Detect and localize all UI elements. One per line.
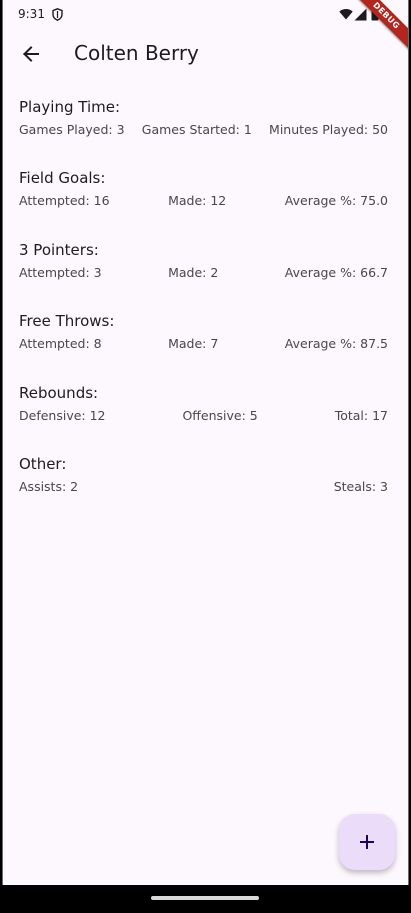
- stat-defensive: Defensive: 12: [19, 407, 106, 423]
- stat-games-played: Games Played: 3: [19, 122, 125, 137]
- stat-minutes-played: Minutes Played: 50: [269, 122, 388, 137]
- section-other: Other: Assists: 2 Steals: 3: [19, 455, 388, 526]
- stats-list: Playing Time: Games Played: 3 Games Star…: [19, 98, 388, 526]
- stats-row: Games Played: 3 Games Started: 1 Minutes…: [19, 121, 388, 139]
- section-title: Field Goals:: [19, 169, 106, 188]
- section-title: 3 Pointers:: [19, 240, 99, 259]
- status-time: 9:31: [18, 7, 45, 21]
- back-button[interactable]: [13, 36, 49, 72]
- stat-games-started: Games Started: 1: [141, 122, 252, 137]
- arrow-back-icon: [23, 46, 39, 62]
- section-title: Other:: [19, 454, 67, 473]
- add-icon: [360, 835, 374, 849]
- stats-row: Assists: 2 Steals: 3: [19, 478, 388, 496]
- stat-made: Made: 12: [168, 193, 227, 209]
- stat-attempted: Attempted: 16: [19, 193, 110, 209]
- section-field-goals: Field Goals: Attempted: 16 Made: 12 Aver…: [19, 169, 388, 240]
- section-title: Rebounds:: [19, 383, 99, 402]
- stats-row: Defensive: 12 Offensive: 5 Total: 17: [19, 407, 388, 425]
- signal-icon: [354, 8, 367, 21]
- section-free-throws: Free Throws: Attempted: 8 Made: 7 Averag…: [19, 312, 388, 383]
- system-nav-bar: [0, 885, 411, 913]
- stats-row: Attempted: 16 Made: 12 Average %: 75.0: [19, 192, 388, 210]
- page-title: Colten Berry: [74, 41, 199, 65]
- section-title: Playing Time:: [19, 98, 121, 116]
- section-rebounds: Rebounds: Defensive: 12 Offensive: 5 Tot…: [19, 384, 388, 455]
- stat-made: Made: 7: [168, 336, 219, 352]
- app-screen: 9:31 DEBUG Colten Berry Playing Time: Ga…: [2, 0, 409, 885]
- section-playing-time: Playing Time: Games Played: 3 Games Star…: [19, 98, 388, 169]
- stat-average: Average %: 75.0: [284, 193, 388, 209]
- stat-assists: Assists: 2: [19, 478, 79, 494]
- stat-attempted: Attempted: 8: [19, 336, 102, 352]
- stat-average: Average %: 66.7: [284, 264, 388, 280]
- stat-average: Average %: 87.5: [284, 336, 388, 352]
- shield-icon: [52, 8, 63, 21]
- stats-row: Attempted: 3 Made: 2 Average %: 66.7: [19, 264, 388, 282]
- add-button[interactable]: [339, 814, 395, 870]
- home-indicator[interactable]: [151, 896, 259, 900]
- stats-row: Attempted: 8 Made: 7 Average %: 87.5: [19, 335, 388, 353]
- stat-steals: Steals: 3: [333, 478, 388, 494]
- section-3-pointers: 3 Pointers: Attempted: 3 Made: 2 Average…: [19, 241, 388, 312]
- section-title: Free Throws:: [19, 312, 115, 331]
- status-bar: 9:31 DEBUG: [3, 0, 408, 55]
- app-bar: Colten Berry: [3, 30, 408, 78]
- stat-attempted: Attempted: 3: [19, 264, 102, 280]
- stat-made: Made: 2: [168, 264, 219, 280]
- stat-total: Total: 17: [334, 407, 388, 423]
- stat-offensive: Offensive: 5: [182, 407, 258, 423]
- wifi-icon: [339, 9, 353, 20]
